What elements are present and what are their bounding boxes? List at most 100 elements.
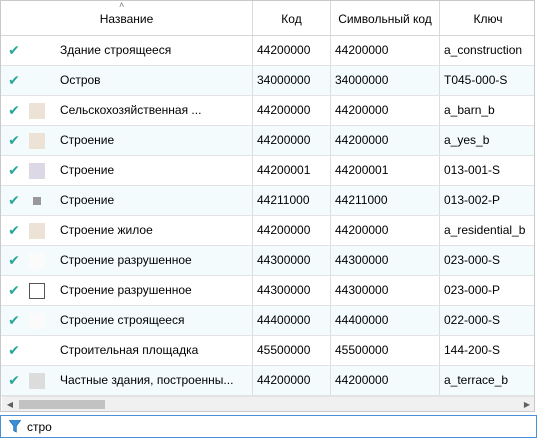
column-header-name-label: Название [99,12,154,26]
checkmark-icon[interactable]: ✔ [6,216,22,245]
checkmark-icon[interactable]: ✔ [6,36,22,65]
cell-code[interactable]: 44200000 [253,216,331,245]
row-name: Здание строящееся [60,43,172,57]
row-name: Строение [60,163,115,177]
cell-name[interactable]: ✔ Строительная площадка [1,336,253,365]
checkmark-icon[interactable]: ✔ [6,366,22,395]
cell-code[interactable]: 44200000 [253,96,331,125]
sort-ascending-icon: ˄ [119,1,125,10]
cell-name[interactable]: ✔ Строение [1,156,253,185]
cell-symcode[interactable]: 44400000 [331,306,440,335]
cell-name[interactable]: ✔ Строение жилое [1,216,253,245]
scroll-left-icon[interactable]: ◀ [2,397,18,411]
table-row[interactable]: ✔ Строительная площадка 45500000 45500000 14… [1,336,534,366]
checkmark-icon[interactable]: ✔ [6,186,22,215]
cell-name[interactable]: ✔ Строение [1,126,253,155]
cell-key[interactable]: a_construction [440,36,534,65]
cell-symcode[interactable]: 44200000 [331,36,440,65]
style-swatch [29,223,45,239]
checkmark-icon[interactable]: ✔ [6,156,22,185]
cell-code[interactable]: 44300000 [253,246,331,275]
cell-key[interactable]: a_barn_b [440,96,534,125]
table-row[interactable]: ✔ Строение жилое 44200000 44200000 a_residen… [1,216,534,246]
cell-code[interactable]: 44200000 [253,126,331,155]
table-row[interactable]: ✔ Строение разрушенное 44300000 44300000 023… [1,276,534,306]
style-swatch [29,73,45,89]
scrollbar-thumb[interactable] [19,400,105,409]
column-header-symcode-label: Символьный код [338,12,432,26]
cell-key[interactable]: 013-002-P [440,186,534,215]
row-name: Строение [60,133,115,147]
cell-symcode[interactable]: 44200000 [331,366,440,395]
cell-name[interactable]: ✔ Здание строящееся [1,36,253,65]
cell-name[interactable]: ✔ Остров [1,66,253,95]
filter-input[interactable] [27,416,527,437]
column-header-key[interactable]: Ключ [440,1,534,35]
table-row[interactable]: ✔ Сельскохозяйственная ... 44200000 4420000… [1,96,534,126]
table-row[interactable]: ✔ Строение 44200000 44200000 a_yes_b [1,126,534,156]
cell-symcode[interactable]: 44200000 [331,126,440,155]
row-name: Строение строящееся [60,313,185,327]
checkmark-icon[interactable]: ✔ [6,66,22,95]
row-name: Строение жилое [60,223,153,237]
cell-symcode[interactable]: 34000000 [331,66,440,95]
cell-code[interactable]: 34000000 [253,66,331,95]
table-row[interactable]: ✔ Строение строящееся 44400000 44400000 022-… [1,306,534,336]
checkmark-icon[interactable]: ✔ [6,246,22,275]
table-row[interactable]: ✔ Строение разрушенное 44300000 44300000 023… [1,246,534,276]
table-row[interactable]: ✔ Частные здания, построенны... 44200000 44… [1,366,534,396]
cell-code[interactable]: 44211000 [253,186,331,215]
cell-symcode[interactable]: 44211000 [331,186,440,215]
table-row[interactable]: ✔ Остров 34000000 34000000 T045-000-S [1,66,534,96]
cell-name[interactable]: ✔ Строение строящееся [1,306,253,335]
scroll-right-icon[interactable]: ▶ [519,397,534,411]
horizontal-scrollbar[interactable]: ◀ ▶ [2,396,534,411]
checkmark-icon[interactable]: ✔ [6,276,22,305]
style-swatch [29,103,45,119]
checkmark-icon[interactable]: ✔ [6,96,22,125]
cell-symcode[interactable]: 45500000 [331,336,440,365]
cell-key[interactable]: 013-001-S [440,156,534,185]
column-header-name[interactable]: ˄ Название [1,1,253,35]
row-name: Строение разрушенное [60,253,192,267]
cell-key[interactable]: 023-000-P [440,276,534,305]
cell-code[interactable]: 44200000 [253,36,331,65]
style-swatch [29,253,45,269]
table-row[interactable]: ✔ Здание строящееся 44200000 44200000 a_cons… [1,36,534,66]
cell-name[interactable]: ✔ Строение разрушенное [1,276,253,305]
cell-code[interactable]: 44200001 [253,156,331,185]
layer-table: ˄ Название Код Символьный код Ключ ✔ Здан… [0,0,535,412]
cell-symcode[interactable]: 44300000 [331,246,440,275]
cell-code[interactable]: 44400000 [253,306,331,335]
filter-bar [0,415,537,438]
cell-name[interactable]: ✔ Строение [1,186,253,215]
cell-code[interactable]: 44200000 [253,366,331,395]
cell-code[interactable]: 45500000 [253,336,331,365]
cell-symcode[interactable]: 44300000 [331,276,440,305]
cell-key[interactable]: 023-000-S [440,246,534,275]
cell-key[interactable]: a_terrace_b [440,366,534,395]
checkmark-icon[interactable]: ✔ [6,126,22,155]
cell-key[interactable]: T045-000-S [440,66,534,95]
column-header-symcode[interactable]: Символьный код [331,1,440,35]
cell-key[interactable]: 144-200-S [440,336,534,365]
row-name: Строительная площадка [60,343,199,357]
cell-symcode[interactable]: 44200000 [331,216,440,245]
cell-name[interactable]: ✔ Частные здания, построенны... [1,366,253,395]
cell-name[interactable]: ✔ Сельскохозяйственная ... [1,96,253,125]
cell-code[interactable]: 44300000 [253,276,331,305]
cell-key[interactable]: a_yes_b [440,126,534,155]
cell-symcode[interactable]: 44200000 [331,96,440,125]
cell-symcode[interactable]: 44200001 [331,156,440,185]
column-header-code[interactable]: Код [253,1,331,35]
table-row[interactable]: ✔ Строение 44200001 44200001 013-001-S [1,156,534,186]
style-swatch [29,163,45,179]
cell-key[interactable]: a_residential_b [440,216,534,245]
checkmark-icon[interactable]: ✔ [6,336,22,365]
table-row[interactable]: ✔ Строение 44211000 44211000 013-002-P [1,186,534,216]
cell-name[interactable]: ✔ Строение разрушенное [1,246,253,275]
filter-icon[interactable] [9,420,21,433]
checkmark-icon[interactable]: ✔ [6,306,22,335]
style-swatch [33,197,41,205]
cell-key[interactable]: 022-000-S [440,306,534,335]
